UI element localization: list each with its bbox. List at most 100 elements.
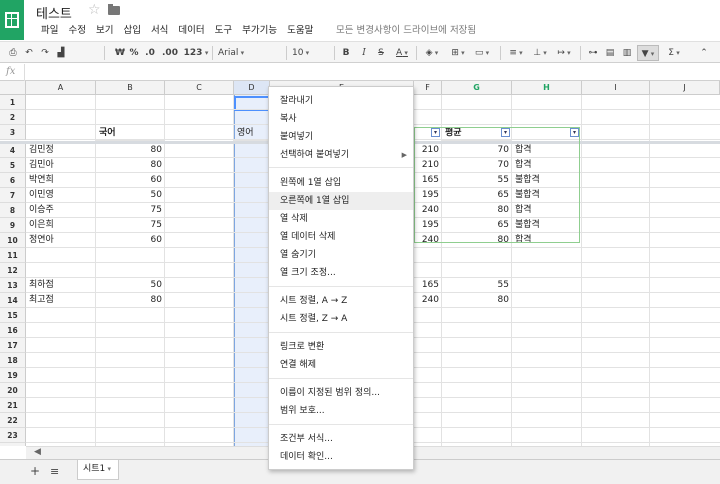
currency-button[interactable]: ₩ (114, 45, 126, 61)
menu-addons[interactable]: 부가기능 (237, 24, 282, 38)
increase-decimal-button[interactable]: .00 (160, 45, 180, 61)
row-header[interactable]: 13 (0, 278, 26, 293)
cell-total[interactable]: 210 (414, 158, 442, 173)
menu-protect-range[interactable]: 범위 보호... (269, 402, 413, 420)
column-header-a[interactable]: A (26, 81, 96, 95)
cell-result[interactable]: 합격 (512, 143, 582, 158)
cell-average[interactable] (442, 263, 512, 278)
merge-cells-icon[interactable]: ▭ (472, 45, 492, 61)
row-header[interactable]: 7 (0, 188, 26, 203)
cell-average[interactable]: 55 (442, 173, 512, 188)
cell-korean[interactable]: 75 (96, 218, 165, 233)
star-icon[interactable]: ☆ (88, 2, 101, 18)
cell-name[interactable]: 최고점 (26, 293, 96, 308)
cell-name[interactable]: 김민아 (26, 158, 96, 173)
row-header[interactable]: 22 (0, 413, 26, 428)
insert-comment-icon[interactable]: ▤ (603, 45, 617, 61)
text-wrap-icon[interactable]: ↦ (554, 45, 574, 61)
paint-format-icon[interactable]: ▟ (54, 45, 68, 61)
menu-conditional-format[interactable]: 조건부 서식... (269, 430, 413, 448)
menu-data-validation[interactable]: 데이터 확인... (269, 448, 413, 466)
cell-average[interactable]: 80 (442, 233, 512, 248)
column-header-d[interactable]: D (234, 81, 270, 95)
menu-insert[interactable]: 삽입 (118, 24, 145, 38)
menu-file[interactable]: 파일 (36, 24, 63, 38)
row-header[interactable]: 9 (0, 218, 26, 233)
menu-tools[interactable]: 도구 (210, 24, 237, 38)
cell-total[interactable]: 240 (414, 203, 442, 218)
menu-sort-za[interactable]: 시트 정렬, Z → A (269, 310, 413, 328)
cell-total[interactable]: 240 (414, 233, 442, 248)
cell-total[interactable]: 195 (414, 188, 442, 203)
cell-name[interactable] (26, 263, 96, 278)
row-header[interactable]: 16 (0, 323, 26, 338)
menu-resize-column[interactable]: 열 크기 조정... (269, 264, 413, 282)
row-header[interactable]: 24 (0, 443, 26, 446)
column-header-b[interactable]: B (96, 81, 165, 95)
column-header-c[interactable]: C (165, 81, 234, 95)
filter-f-icon[interactable]: ▾ (431, 128, 440, 137)
column-header-i[interactable]: I (582, 81, 650, 95)
menu-delete-column[interactable]: 열 삭제 (269, 210, 413, 228)
filter-icon[interactable]: ▼ (637, 45, 659, 61)
row-header[interactable]: 5 (0, 158, 26, 173)
row-header[interactable]: 17 (0, 338, 26, 353)
insert-chart-icon[interactable]: ▥ (620, 45, 634, 61)
cell-result[interactable] (512, 263, 582, 278)
cell-total[interactable]: 195 (414, 218, 442, 233)
cell-result[interactable] (512, 248, 582, 263)
redo-icon[interactable]: ↷ (38, 45, 52, 61)
font-size-select[interactable]: 10 (292, 45, 328, 61)
document-title[interactable]: 테스트 (36, 3, 72, 22)
column-header-g[interactable]: G (442, 81, 512, 95)
column-header-f[interactable]: F (414, 81, 442, 95)
borders-icon[interactable]: ⊞ (448, 45, 468, 61)
cell-total[interactable]: 240 (414, 293, 442, 308)
collapse-toolbar-icon[interactable]: ⌃ (694, 45, 714, 61)
menu-unlink[interactable]: 연결 해제 (269, 356, 413, 374)
cell-average[interactable]: 70 (442, 158, 512, 173)
row-header[interactable]: 21 (0, 398, 26, 413)
row-header[interactable]: 1 (0, 95, 26, 110)
row-header[interactable]: 14 (0, 293, 26, 308)
print-icon[interactable]: ⎙ (6, 45, 20, 61)
menu-paste[interactable]: 붙여넣기 (269, 128, 413, 146)
add-sheet-button[interactable]: + (30, 464, 40, 478)
text-color-button[interactable]: A (392, 45, 412, 61)
more-formats-button[interactable]: 123 (183, 45, 209, 61)
sheets-logo-icon[interactable] (0, 0, 24, 40)
cell-average[interactable]: 70 (442, 143, 512, 158)
menu-insert-right[interactable]: 오른쪽에 1열 삽입 (269, 192, 413, 210)
row-header[interactable]: 2 (0, 110, 26, 125)
menu-help[interactable]: 도움말 (282, 24, 318, 38)
row-header[interactable]: 10 (0, 233, 26, 248)
column-header-j[interactable]: J (650, 81, 720, 95)
row-header[interactable]: 4 (0, 143, 26, 158)
cell-result[interactable]: 합격 (512, 158, 582, 173)
decrease-decimal-button[interactable]: .0 (143, 45, 157, 61)
cell-name[interactable]: 최하점 (26, 278, 96, 293)
cell-total[interactable]: 165 (414, 173, 442, 188)
cell-result[interactable]: 불합격 (512, 173, 582, 188)
cell-average[interactable]: 65 (442, 188, 512, 203)
cell-result[interactable]: 합격 (512, 233, 582, 248)
menu-hide-column[interactable]: 열 숨기기 (269, 246, 413, 264)
menu-data[interactable]: 데이터 (173, 24, 209, 38)
cell-total[interactable]: 210 (414, 143, 442, 158)
row-header[interactable]: 20 (0, 383, 26, 398)
cell-b3[interactable]: 국어 (96, 125, 165, 141)
row-header[interactable]: 11 (0, 248, 26, 263)
menu-insert-left[interactable]: 왼쪽에 1열 삽입 (269, 174, 413, 192)
menu-get-link[interactable]: 링크로 변환 (269, 338, 413, 356)
bold-button[interactable]: B (340, 45, 352, 61)
cell-korean[interactable] (96, 248, 165, 263)
font-family-select[interactable]: Arial (218, 45, 278, 61)
cell-name[interactable]: 박연희 (26, 173, 96, 188)
vertical-align-icon[interactable]: ⊥ (530, 45, 550, 61)
cell-name[interactable]: 김민정 (26, 143, 96, 158)
horizontal-align-icon[interactable]: ≡ (506, 45, 526, 61)
strikethrough-button[interactable]: S (375, 45, 387, 61)
filter-h-icon[interactable]: ▾ (570, 128, 579, 137)
cell-average[interactable]: 65 (442, 218, 512, 233)
sheet-tab-active[interactable]: 시트1 ▾ (77, 460, 119, 480)
